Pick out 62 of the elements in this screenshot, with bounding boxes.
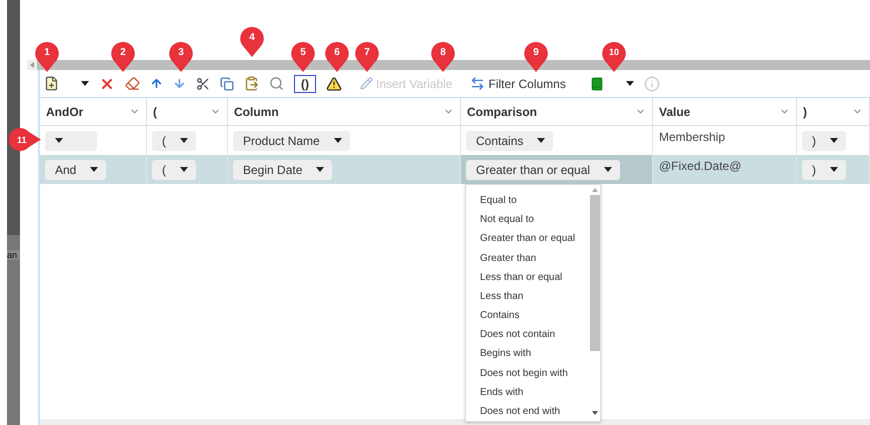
callout-marker: 10 bbox=[602, 42, 626, 72]
caret-icon bbox=[830, 167, 838, 172]
caret-icon bbox=[90, 167, 98, 172]
caret-icon bbox=[830, 138, 838, 143]
callout-marker: 6 bbox=[325, 42, 349, 72]
select-dropdown[interactable]: Product Name bbox=[233, 130, 350, 150]
book-icon[interactable] bbox=[590, 76, 604, 90]
callout-marker: 9 bbox=[524, 42, 548, 72]
side-panel-label: an bbox=[7, 250, 20, 260]
warning-icon[interactable] bbox=[326, 76, 342, 92]
dropdown-option[interactable]: Equal to bbox=[466, 191, 589, 210]
scroll-up-icon[interactable] bbox=[592, 188, 598, 192]
callout-marker: 3 bbox=[169, 42, 193, 72]
select-dropdown[interactable]: Begin Date bbox=[233, 160, 332, 180]
dropdown-option[interactable]: Begins with bbox=[466, 344, 589, 364]
callout-marker: 2 bbox=[111, 42, 135, 72]
callout-marker: 8 bbox=[431, 42, 455, 72]
dropdown-option[interactable]: Greater than bbox=[466, 248, 589, 268]
dropdown-option[interactable]: Does not end with bbox=[466, 402, 589, 422]
scroll-left-icon[interactable] bbox=[27, 60, 37, 70]
caret-icon bbox=[334, 138, 342, 143]
filter-columns-button[interactable]: Filter Columns bbox=[470, 76, 566, 91]
callout-marker: 4 bbox=[240, 27, 264, 57]
select-dropdown[interactable]: ( bbox=[152, 160, 196, 180]
eraser-icon[interactable] bbox=[125, 76, 140, 91]
caret-icon bbox=[537, 138, 546, 143]
caret-icon bbox=[180, 138, 188, 143]
caret-icon bbox=[604, 167, 612, 172]
scissors-icon[interactable] bbox=[196, 76, 210, 90]
dropdown-option[interactable]: Less than or equal bbox=[466, 268, 589, 287]
select-dropdown[interactable]: ) bbox=[802, 160, 846, 180]
dropdown-option[interactable]: Does not begin with bbox=[466, 364, 589, 383]
arrow-down-icon[interactable] bbox=[173, 77, 186, 90]
callout-marker: 7 bbox=[355, 42, 379, 72]
dropdown-option[interactable]: Contains bbox=[466, 306, 589, 326]
dropdown-option[interactable]: Ends with bbox=[466, 382, 589, 402]
select-dropdown[interactable]: Greater than or equal bbox=[466, 160, 620, 180]
select-dropdown[interactable]: And bbox=[45, 160, 106, 180]
search-icon[interactable] bbox=[269, 76, 284, 91]
caret-icon bbox=[180, 167, 188, 172]
caret-icon bbox=[316, 167, 324, 172]
callout-marker: 5 bbox=[291, 42, 315, 72]
dropdown-option[interactable]: Less than bbox=[466, 286, 589, 306]
dropdown-option[interactable]: Does not contain bbox=[466, 325, 589, 344]
paste-icon[interactable] bbox=[244, 76, 259, 91]
arrow-up-icon[interactable] bbox=[150, 77, 163, 90]
select-dropdown[interactable]: ( bbox=[152, 130, 196, 150]
copy-icon[interactable] bbox=[220, 76, 234, 90]
caret-icon bbox=[55, 138, 63, 143]
table-cell: @Fixed.Date@ bbox=[653, 155, 797, 184]
select-dropdown[interactable]: ) bbox=[802, 130, 846, 150]
callout-marker: 1 bbox=[35, 42, 59, 72]
select-dropdown[interactable]: Contains bbox=[466, 130, 554, 150]
new-document-icon[interactable] bbox=[44, 76, 59, 91]
pencil-icon bbox=[360, 77, 373, 90]
group-button[interactable]: () bbox=[294, 74, 316, 92]
double-arrow-icon bbox=[470, 76, 486, 91]
callout-marker: 11 bbox=[9, 128, 41, 151]
dropdown-option[interactable]: Not equal to bbox=[466, 210, 589, 230]
select-dropdown[interactable] bbox=[45, 130, 97, 150]
dropdown-option[interactable]: Greater than or equal bbox=[466, 229, 589, 249]
scroll-down-icon[interactable] bbox=[592, 411, 598, 415]
